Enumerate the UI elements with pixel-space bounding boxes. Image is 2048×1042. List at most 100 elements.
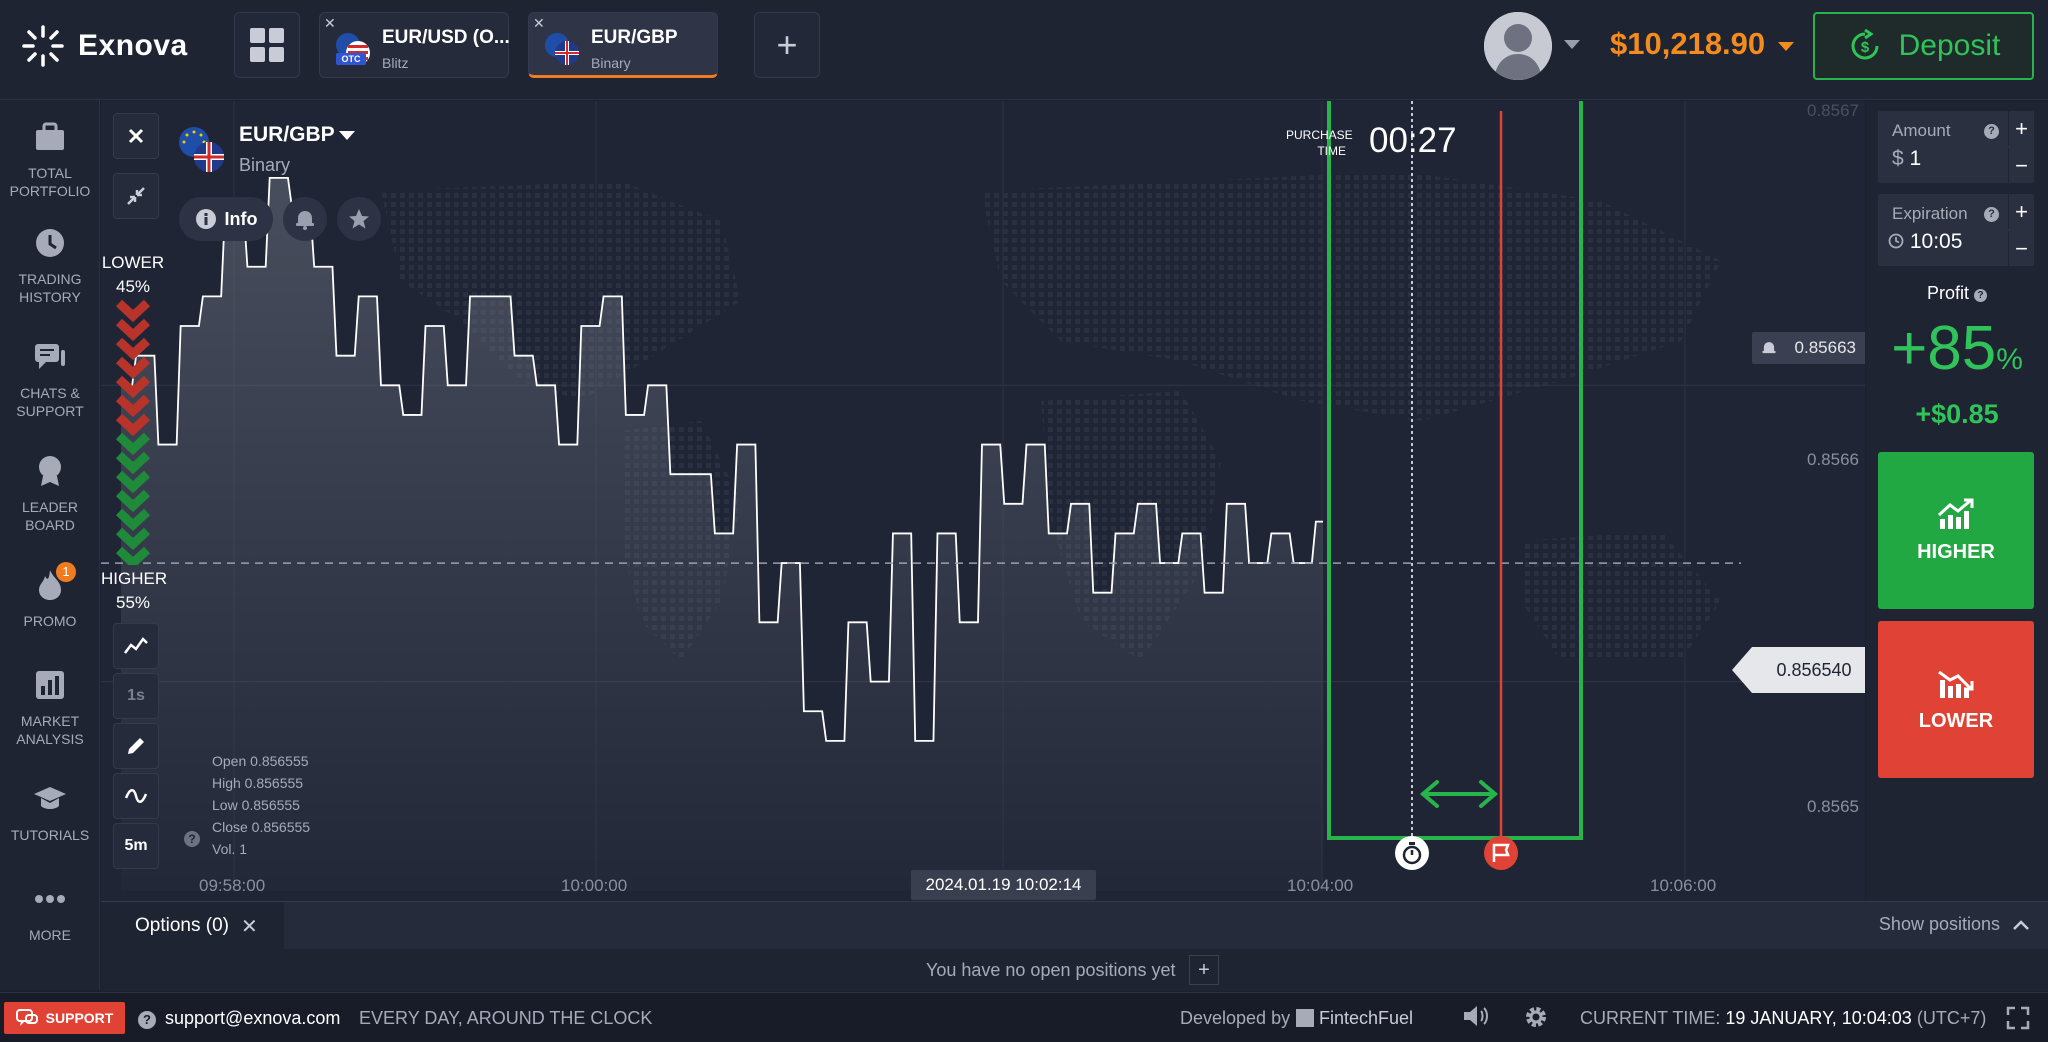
bar-chart-icon <box>36 671 64 699</box>
help-icon[interactable]: ? <box>1974 289 1988 302</box>
profit-amount: +$0.85 <box>1915 399 1999 429</box>
help-icon[interactable]: ? <box>1984 207 1999 222</box>
asset-tab-eurgbp[interactable]: ✕ EUR/GBP Binary <box>528 12 718 78</box>
higher-label: HIGHER <box>1917 541 1995 563</box>
account-balance[interactable]: $10,218.90 <box>1610 26 1765 62</box>
close-chart-button[interactable] <box>113 113 159 159</box>
amount-increase-button[interactable]: + <box>2008 111 2034 146</box>
amount-value[interactable]: $ 1 <box>1892 147 1921 171</box>
grid-icon <box>250 28 284 62</box>
chart-area[interactable]: 0.8567 0.8566 0.8565 09:58:00 10:00:00 1… <box>101 101 1865 901</box>
alert-button[interactable] <box>283 197 327 241</box>
amount-decrease-button[interactable]: − <box>2008 148 2034 183</box>
brand-name: Exnova <box>78 29 188 62</box>
sound-toggle[interactable] <box>1462 1004 1490 1033</box>
sidebar-item-chats-support[interactable]: CHATS & SUPPORT <box>0 340 100 420</box>
expiration-increase-button[interactable]: + <box>2008 194 2034 229</box>
sidebar-item-promo[interactable]: 1 PROMO <box>0 562 100 630</box>
sidebar: TOTAL PORTFOLIO TRADING HISTORY CHATS & … <box>0 100 100 990</box>
close-icon[interactable]: ✕ <box>324 15 336 32</box>
sentiment-chevron <box>115 432 151 456</box>
deposit-label: Deposit <box>1898 29 2001 62</box>
more-icon <box>35 895 65 903</box>
minimize-chart-button[interactable] <box>113 173 159 219</box>
add-position-button[interactable]: + <box>1189 955 1219 985</box>
sentiment-chevron <box>115 470 151 494</box>
timeframe-button[interactable]: 5m <box>113 823 159 869</box>
sidebar-item-label: MARKET ANALYSIS <box>16 713 84 747</box>
developed-by-label: Developed by <box>1180 1008 1291 1028</box>
show-positions-toggle[interactable]: Show positions <box>1879 914 2030 935</box>
asset-name[interactable]: EUR/GBP <box>239 123 335 147</box>
drawing-tools-button[interactable] <box>113 723 159 769</box>
ohlc-close: Close 0.856555 <box>212 819 311 835</box>
help-icon[interactable]: ? <box>184 831 200 847</box>
profit-title: Profit ? <box>1866 283 2048 304</box>
sidebar-item-more[interactable]: MORE <box>0 882 100 944</box>
asset-type: Binary <box>239 155 291 175</box>
fullscreen-button[interactable] <box>2006 1006 2030 1035</box>
settings-button[interactable] <box>1523 1004 1549 1035</box>
layout-grid-button[interactable] <box>234 12 300 78</box>
fintechfuel-logo-icon <box>1296 1009 1314 1027</box>
amount-input[interactable]: Amount ? $ 1 + − <box>1878 111 2034 183</box>
promo-count-badge: 1 <box>56 562 76 582</box>
tab-options[interactable]: Options (0) ✕ <box>101 902 284 950</box>
sidebar-item-label: LEADER BOARD <box>21 499 79 533</box>
deposit-button[interactable]: $ Deposit <box>1813 12 2034 80</box>
eurgbp-flag-icon <box>545 33 579 65</box>
ohlc-panel: Open 0.856555 High 0.856555 Low 0.856555… <box>212 750 310 860</box>
price-alert-tag[interactable]: 0.85663 <box>1752 332 1865 364</box>
bell-icon <box>296 211 314 230</box>
chat-icon <box>15 1009 38 1026</box>
asset-tab-eurusd[interactable]: ✕ OTC EUR/USD (O... Blitz <box>319 12 510 78</box>
y-axis-label: 0.8565 <box>1807 797 1859 816</box>
current-price-value: 0.856540 <box>1776 659 1852 680</box>
developer-logo[interactable]: FintechFuel <box>1296 1008 1413 1029</box>
expiration-value[interactable]: 10:05 <box>1888 230 1962 254</box>
close-icon[interactable]: ✕ <box>533 15 545 32</box>
sidebar-item-trading-history[interactable]: TRADING HISTORY <box>0 226 100 306</box>
support-button[interactable]: SUPPORT <box>4 1002 125 1034</box>
help-icon: ? <box>138 1011 156 1029</box>
indicators-button[interactable] <box>113 773 159 819</box>
sentiment-chevron <box>115 489 151 513</box>
expiration-decrease-button[interactable]: − <box>2008 231 2034 266</box>
info-button[interactable]: Info <box>179 197 273 241</box>
help-icon[interactable]: ? <box>1984 124 1999 139</box>
sidebar-item-leader-board[interactable]: LEADER BOARD <box>0 454 100 534</box>
sidebar-item-market-analysis[interactable]: MARKET ANALYSIS <box>0 668 100 748</box>
show-positions-label: Show positions <box>1878 914 2000 934</box>
sidebar-item-tutorials[interactable]: TUTORIALS <box>0 782 100 844</box>
sidebar-item-total-portfolio[interactable]: TOTAL PORTFOLIO <box>0 120 100 200</box>
otc-badge: OTC <box>342 54 361 64</box>
cursor-time-label: 2024.01.19 10:02:14 <box>911 870 1096 900</box>
chevron-down-icon[interactable] <box>1778 42 1794 51</box>
chevron-down-icon[interactable] <box>1564 40 1580 49</box>
support-email[interactable]: ? support@exnova.com <box>138 1008 340 1029</box>
stopwatch-icon <box>1395 836 1429 870</box>
tab-asset-type: Binary <box>591 55 631 71</box>
brand-logo[interactable]: Exnova <box>20 22 188 70</box>
eurgbp-flag-icon <box>179 127 224 172</box>
chevron-down-icon[interactable] <box>339 131 355 140</box>
chart-type-button[interactable] <box>113 623 159 669</box>
sentiment-chevron <box>115 337 151 361</box>
close-icon[interactable]: ✕ <box>241 914 258 939</box>
favorite-button[interactable] <box>337 197 381 241</box>
support-label: SUPPORT <box>45 1010 114 1026</box>
expiration-input[interactable]: Expiration ? 10:05 + − <box>1878 194 2034 266</box>
briefcase-icon <box>36 122 64 150</box>
sentiment-chevron <box>115 375 151 399</box>
amount-label: Amount <box>1892 121 1951 140</box>
avatar[interactable] <box>1484 12 1552 80</box>
interval-button[interactable]: 1s <box>113 673 159 719</box>
lower-button[interactable]: LOWER <box>1878 621 2034 778</box>
add-asset-button[interactable]: + <box>754 12 820 78</box>
positions-bar: Options (0) ✕ Show positions <box>101 901 2048 950</box>
trend-up-icon <box>1937 498 1974 529</box>
higher-button[interactable]: HIGHER <box>1878 452 2034 609</box>
trade-panel: Amount ? $ 1 + − Expiration ? 10:05 + − … <box>1866 101 2048 901</box>
star-icon <box>349 209 369 229</box>
user-icon <box>1484 12 1552 80</box>
